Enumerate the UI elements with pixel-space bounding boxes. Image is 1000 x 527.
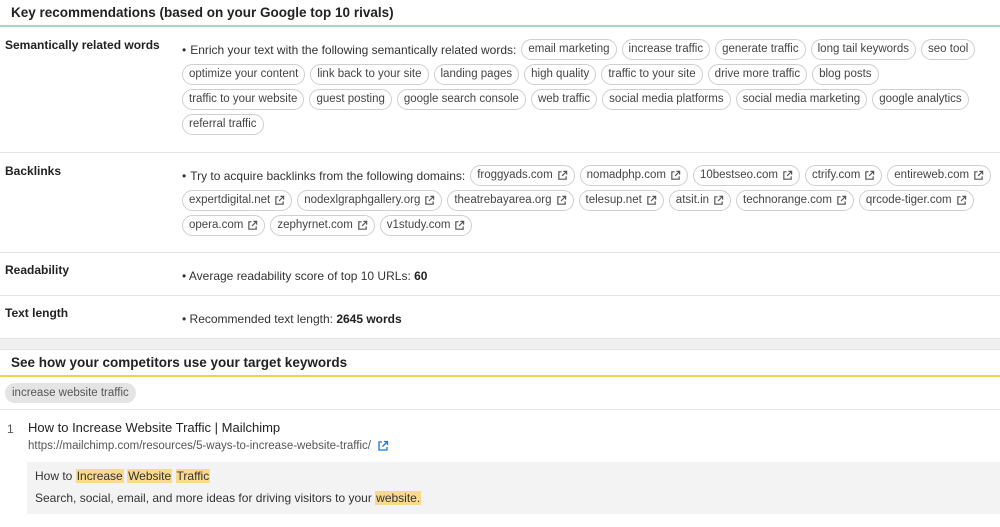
backlinks-label: Backlinks xyxy=(5,164,62,178)
backlink-domain-chip[interactable]: qrcode-tiger.com xyxy=(858,190,974,211)
backlink-domain-chip[interactable]: technorange.com xyxy=(736,190,854,211)
semantic-word-chip[interactable]: email marketing xyxy=(521,39,617,60)
competitor-result: 1 How to Increase Website Traffic | Mail… xyxy=(0,410,1000,514)
backlink-domain-chip[interactable]: atsit.in xyxy=(668,190,732,211)
external-link-icon xyxy=(647,195,657,205)
backlinks-list: • Try to acquire backlinks from the follo… xyxy=(182,165,1000,240)
semantic-word-chip[interactable]: link back to your site xyxy=(310,64,429,85)
external-link-icon xyxy=(556,195,566,205)
semantic-word-chip[interactable]: web traffic xyxy=(530,89,598,110)
external-link-icon xyxy=(837,195,847,205)
external-link-icon xyxy=(455,220,465,230)
competitors-title: See how your competitors use your target… xyxy=(11,355,348,370)
external-link-icon xyxy=(358,220,368,230)
external-link-icon[interactable] xyxy=(377,440,389,452)
external-link-icon xyxy=(974,170,984,180)
external-link-icon xyxy=(783,170,793,180)
semantic-word-chip[interactable]: generate traffic xyxy=(715,39,806,60)
snippet-description: Search, social, email, and more ideas fo… xyxy=(35,491,992,505)
highlighted-keyword: Traffic xyxy=(175,469,211,483)
semantic-word-chip[interactable]: seo tool xyxy=(921,39,976,60)
snippet-text: Search, social, email, and more ideas fo… xyxy=(35,491,376,505)
external-link-icon xyxy=(714,195,724,205)
readability-value: 60 xyxy=(414,269,428,283)
semantic-word-chip[interactable]: social media marketing xyxy=(735,89,868,110)
semantic-word-chip[interactable]: high quality xyxy=(524,64,597,85)
backlink-domain-chip[interactable]: zephyrnet.com xyxy=(270,215,375,236)
readability-row: Readability • Average readability score … xyxy=(0,253,1000,296)
external-link-icon xyxy=(425,195,435,205)
snippet-title: How to Increase Website Traffic xyxy=(35,469,992,483)
section-divider xyxy=(0,339,1000,350)
semantic-word-chip[interactable]: traffic to your website xyxy=(182,89,305,110)
backlink-domain-chip[interactable]: nodexlgraphgallery.org xyxy=(297,190,443,211)
semantic-word-chip[interactable]: drive more traffic xyxy=(707,64,808,85)
keyword-filter-row: increase website traffic xyxy=(0,377,1000,410)
backlink-domain-chip[interactable]: expertdigital.net xyxy=(182,190,293,211)
external-link-icon xyxy=(557,170,567,180)
semantic-word-chip[interactable]: google analytics xyxy=(872,89,969,110)
semantic-word-chip[interactable]: blog posts xyxy=(812,64,879,85)
result-snippet: How to Increase Website Traffic Search, … xyxy=(27,462,1000,514)
external-link-icon xyxy=(275,195,285,205)
semantic-word-chip[interactable]: traffic to your site xyxy=(601,64,703,85)
recommendations-header: Key recommendations (based on your Googl… xyxy=(0,0,1000,27)
text-length-value: 2645 words xyxy=(336,312,402,326)
external-link-icon xyxy=(865,170,875,180)
text-length-row: Text length • Recommended text length: 2… xyxy=(0,296,1000,339)
text-length-label: Text length xyxy=(5,306,69,320)
semantic-word-chip[interactable]: guest posting xyxy=(309,89,392,110)
competitors-header: See how your competitors use your target… xyxy=(0,350,1000,377)
backlink-domain-chip[interactable]: telesup.net xyxy=(578,190,664,211)
backlink-domain-chip[interactable]: opera.com xyxy=(182,215,266,236)
external-link-icon xyxy=(956,195,966,205)
semantic-words-list: • Enrich your text with the following sem… xyxy=(182,39,1000,139)
backlink-domain-chip[interactable]: theatrebayarea.org xyxy=(447,190,574,211)
backlink-domain-chip[interactable]: v1study.com xyxy=(379,215,473,236)
semantic-word-chip[interactable]: long tail keywords xyxy=(810,39,917,60)
backlink-domain-chip[interactable]: 10bestseo.com xyxy=(692,165,800,186)
text-length-stat: • Recommended text length: 2645 words xyxy=(182,312,402,326)
semantic-words-label: Semantically related words xyxy=(5,38,160,52)
semantic-word-chip[interactable]: social media platforms xyxy=(602,89,731,110)
semantic-word-chip[interactable]: increase traffic xyxy=(621,39,711,60)
recommendations-title: Key recommendations (based on your Googl… xyxy=(11,5,394,20)
highlighted-keyword: Increase xyxy=(75,469,124,483)
backlinks-row: Backlinks • Try to acquire backlinks from… xyxy=(0,153,1000,253)
result-rank: 1 xyxy=(7,422,14,436)
highlighted-keyword: website. xyxy=(375,491,422,505)
readability-stat: • Average readability score of top 10 UR… xyxy=(182,269,428,283)
semantic-words-row: Semantically related words • Enrich your … xyxy=(0,27,1000,153)
semantic-word-chip[interactable]: google search console xyxy=(396,89,526,110)
highlighted-keyword: Website xyxy=(127,469,173,483)
snippet-text: How to xyxy=(35,469,76,483)
readability-label: Readability xyxy=(5,263,70,277)
external-link-icon xyxy=(671,170,681,180)
semantic-word-chip[interactable]: landing pages xyxy=(433,64,520,85)
external-link-icon xyxy=(248,220,258,230)
backlink-domain-chip[interactable]: entireweb.com xyxy=(887,165,992,186)
result-url[interactable]: https://mailchimp.com/resources/5-ways-t… xyxy=(28,440,371,452)
backlink-domain-chip[interactable]: froggyads.com xyxy=(470,165,575,186)
backlinks-intro: • Try to acquire backlinks from the follo… xyxy=(182,168,466,183)
keyword-tag[interactable]: increase website traffic xyxy=(5,383,136,403)
semantic-word-chip[interactable]: optimize your content xyxy=(182,64,306,85)
result-url-line: https://mailchimp.com/resources/5-ways-t… xyxy=(28,440,1000,452)
result-title[interactable]: How to Increase Website Traffic | Mailch… xyxy=(28,420,1000,435)
semantic-word-chip[interactable]: referral traffic xyxy=(182,114,264,135)
backlink-domain-chip[interactable]: ctrify.com xyxy=(804,165,883,186)
semantic-intro: • Enrich your text with the following sem… xyxy=(182,42,517,57)
backlink-domain-chip[interactable]: nomadphp.com xyxy=(579,165,688,186)
